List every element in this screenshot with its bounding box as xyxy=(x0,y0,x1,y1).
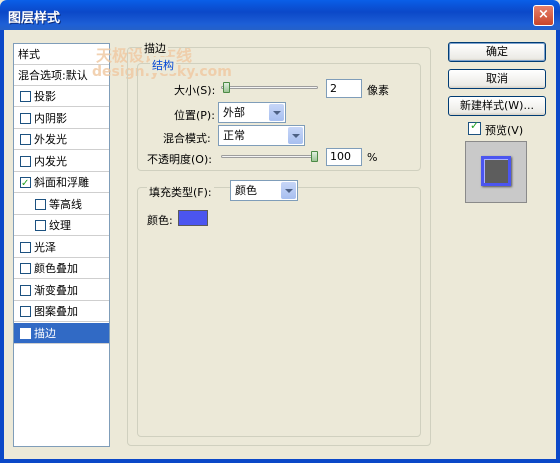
style-item-label: 图案叠加 xyxy=(34,305,78,318)
opacity-slider-thumb[interactable] xyxy=(311,151,318,162)
style-item-label: 光泽 xyxy=(34,240,56,254)
style-item-checkbox[interactable] xyxy=(20,155,31,167)
color-swatch[interactable] xyxy=(178,210,208,226)
style-item-label: 等高线 xyxy=(49,197,82,211)
blend-mode-select[interactable]: 正常 xyxy=(218,125,305,146)
style-item-checkbox[interactable] xyxy=(20,112,31,124)
opacity-slider[interactable] xyxy=(221,155,318,158)
style-item-checkbox[interactable] xyxy=(20,263,31,274)
style-item-checkbox[interactable] xyxy=(20,241,31,253)
style-item[interactable]: 纹理 xyxy=(14,215,109,236)
preview-checkbox[interactable] xyxy=(468,119,481,135)
fill-type-select[interactable]: 颜色 xyxy=(230,180,298,201)
style-item[interactable]: 图案叠加 xyxy=(14,301,109,322)
cancel-button[interactable]: 取消 xyxy=(448,69,546,89)
blend-mode-label: 混合模式: xyxy=(163,132,211,145)
styles-list-header[interactable]: 样式 xyxy=(14,44,109,65)
window-frame-left xyxy=(0,30,4,463)
position-value: 外部 xyxy=(223,106,245,119)
style-item-label: 描边 xyxy=(34,326,56,340)
style-item[interactable]: 内阴影 xyxy=(14,108,109,129)
style-item[interactable]: 投影 xyxy=(14,86,109,107)
style-item[interactable]: 颜色叠加 xyxy=(14,258,109,279)
style-item[interactable]: 外发光 xyxy=(14,129,109,150)
new-style-button[interactable]: 新建样式(W)... xyxy=(448,96,546,116)
chevron-down-icon[interactable] xyxy=(288,127,303,144)
style-item[interactable]: 斜面和浮雕 xyxy=(14,172,109,194)
style-item-label: 投影 xyxy=(34,90,56,103)
size-slider-thumb[interactable] xyxy=(222,82,230,93)
style-item-checkbox[interactable] xyxy=(20,306,31,317)
opacity-input[interactable]: 100 xyxy=(326,148,362,166)
style-item-checkbox[interactable] xyxy=(20,284,31,296)
style-item-label: 内阴影 xyxy=(34,111,67,125)
position-select[interactable]: 外部 xyxy=(218,102,286,123)
blending-options-item[interactable]: 混合选项:默认 xyxy=(14,65,109,86)
window-frame-bottom xyxy=(0,459,560,463)
stroke-group-title: 描边 xyxy=(142,40,168,56)
size-input[interactable]: 2 xyxy=(326,79,362,98)
style-item-checkbox[interactable] xyxy=(20,173,31,194)
style-item-checkbox[interactable] xyxy=(35,198,46,210)
style-item-label: 渐变叠加 xyxy=(34,283,78,297)
close-button[interactable]: × xyxy=(533,5,554,26)
style-item[interactable]: 光泽 xyxy=(14,237,109,258)
chevron-down-icon[interactable] xyxy=(281,182,296,199)
style-item-label: 外发光 xyxy=(34,133,67,146)
styles-list: 样式 混合选项:默认 投影内阴影外发光内发光斜面和浮雕等高线纹理光泽颜色叠加渐变… xyxy=(13,43,110,447)
position-label: 位置(P): xyxy=(174,109,215,122)
style-item[interactable]: 等高线 xyxy=(14,194,109,215)
style-item-checkbox[interactable] xyxy=(35,220,46,231)
color-label: 颜色: xyxy=(147,214,173,227)
preview-label: 预览(V) xyxy=(485,124,524,137)
chevron-down-icon[interactable] xyxy=(269,104,284,121)
style-item-checkbox[interactable] xyxy=(20,91,31,102)
title-bar[interactable]: 图层样式 × xyxy=(0,0,560,30)
window-frame-right xyxy=(556,30,560,463)
style-item-checkbox[interactable] xyxy=(20,324,31,345)
preview-square xyxy=(481,156,511,186)
structure-group-title: 结构 xyxy=(150,57,176,73)
style-item-label: 纹理 xyxy=(49,219,71,232)
size-unit: 像素 xyxy=(367,84,389,97)
style-item-checkbox[interactable] xyxy=(20,134,31,145)
style-item[interactable]: 描边 xyxy=(14,322,109,345)
window-title: 图层样式 xyxy=(8,11,61,26)
fill-type-value: 颜色 xyxy=(235,184,257,197)
style-item[interactable]: 渐变叠加 xyxy=(14,280,109,301)
style-item-label: 斜面和浮雕 xyxy=(34,176,89,189)
style-item-label: 内发光 xyxy=(34,154,67,168)
fill-type-label: 填充类型(F): xyxy=(147,184,214,200)
ok-button[interactable]: 确定 xyxy=(448,42,546,62)
size-slider[interactable] xyxy=(221,86,318,89)
opacity-unit: % xyxy=(367,151,378,164)
opacity-label: 不透明度(O): xyxy=(147,153,212,166)
size-label: 大小(S): xyxy=(174,84,216,97)
style-item-label: 颜色叠加 xyxy=(34,262,78,275)
preview-thumbnail xyxy=(465,141,527,203)
style-item[interactable]: 内发光 xyxy=(14,151,109,172)
blend-mode-value: 正常 xyxy=(223,129,245,142)
